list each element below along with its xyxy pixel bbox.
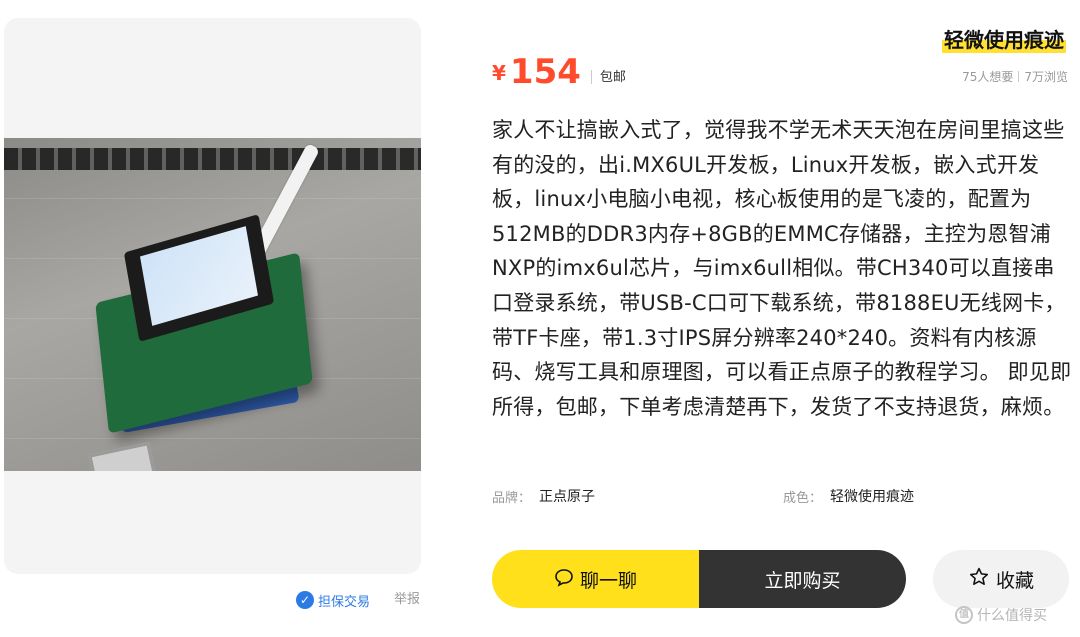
photo-keyboard-rail bbox=[4, 148, 421, 170]
wants-count: 75人想要 bbox=[962, 70, 1014, 84]
buy-now-button[interactable]: 立即购买 bbox=[699, 550, 906, 608]
stats-row: 75人想要 7万浏览 bbox=[962, 68, 1068, 85]
shield-check-icon: ✓ bbox=[296, 591, 314, 609]
price-value: 154 bbox=[509, 52, 581, 92]
brand-label: 品牌： bbox=[492, 490, 532, 506]
brand-attr: 品牌： 正点原子 bbox=[492, 486, 595, 506]
chat-button[interactable]: 聊一聊 bbox=[492, 550, 699, 608]
site-watermark: 值 什么值得买 bbox=[955, 605, 1047, 625]
product-photo-card[interactable] bbox=[4, 18, 421, 574]
star-outline-icon bbox=[968, 566, 990, 593]
currency-symbol: ¥ bbox=[492, 61, 506, 85]
action-button-group: 聊一聊 立即购买 bbox=[492, 550, 906, 608]
brand-value: 正点原子 bbox=[539, 489, 596, 505]
shipping-label: 包邮 bbox=[599, 70, 626, 85]
watermark-logo-icon: 值 bbox=[955, 606, 973, 624]
stats-divider bbox=[1018, 71, 1020, 82]
photo-usb-port bbox=[88, 442, 158, 471]
guarantee-label: 担保交易 bbox=[318, 594, 371, 610]
product-description: 家人不让搞嵌入式了，觉得我不学无术天天泡在房间里搞这些有的没的，出i.MX6UL… bbox=[492, 118, 1072, 419]
condition-attr: 成色： 轻微使用痕迹 bbox=[783, 486, 914, 506]
buy-now-label: 立即购买 bbox=[764, 569, 841, 592]
views-count: 7万浏览 bbox=[1024, 70, 1068, 84]
product-photo[interactable] bbox=[4, 138, 421, 471]
condition-label: 成色： bbox=[783, 490, 823, 506]
condition-tag: 轻微使用痕迹 bbox=[942, 24, 1066, 53]
price-divider bbox=[590, 70, 592, 84]
guarantee-trade-link[interactable]: ✓ 担保交易 bbox=[296, 590, 370, 610]
watermark-text: 什么值得买 bbox=[977, 608, 1047, 624]
chat-button-label: 聊一聊 bbox=[579, 569, 637, 592]
chat-bubble-icon bbox=[554, 567, 574, 592]
favorite-label: 收藏 bbox=[995, 569, 1034, 592]
price-row: ¥ 154 包邮 bbox=[492, 54, 626, 90]
report-link[interactable]: 举报 bbox=[394, 590, 420, 610]
condition-value: 轻微使用痕迹 bbox=[830, 489, 915, 505]
favorite-button[interactable]: 收藏 bbox=[933, 550, 1069, 608]
product-detail-page: ✓ 担保交易 举报 轻微使用痕迹 ¥ 154 包邮 75人想要 7万浏览 家人不… bbox=[0, 0, 1080, 637]
